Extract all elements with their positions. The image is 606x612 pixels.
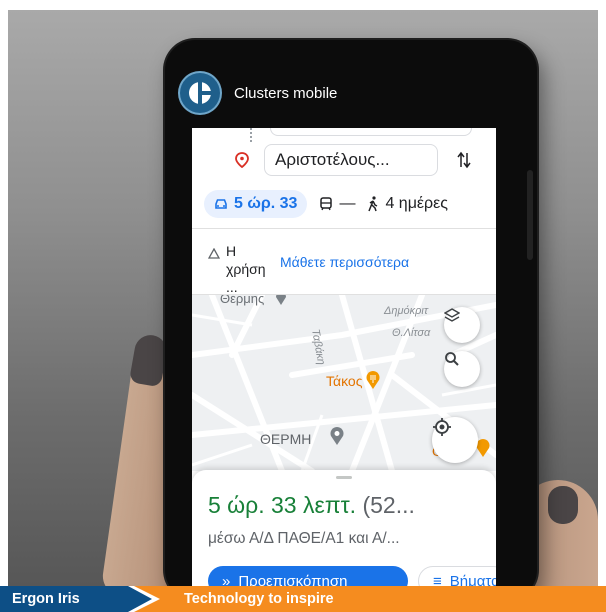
travel-modes: 5 ώρ. 33 — 4 ημέρες <box>204 190 496 218</box>
transit-icon <box>320 197 333 211</box>
mode-car[interactable]: 5 ώρ. 33 <box>204 190 308 218</box>
map-area-label: ΘΕΡΜΗ <box>260 431 312 447</box>
footer-tagline: Technology to inspire <box>184 591 334 607</box>
route-summary: 5 ώρ. 33 λεπτ. (52... <box>208 492 415 519</box>
chevron-right-icon: » <box>222 572 231 587</box>
route-dots <box>250 128 254 142</box>
route-bottom-sheet[interactable]: 5 ώρ. 33 λεπτ. (52... μέσω Α/Δ ΠΑΘΕ/Α1 κ… <box>192 470 496 586</box>
origin-input[interactable] <box>270 128 472 136</box>
usage-notice: Η χρήση ... Μάθετε περισσότερα <box>207 242 496 295</box>
destination-input[interactable]: Αριστοτέλους... <box>264 144 438 176</box>
fingernail-right <box>548 486 578 524</box>
clusters-logo-icon <box>180 73 220 113</box>
divider <box>192 228 496 229</box>
route-via: μέσω Α/Δ ΠΑΘΕ/Α1 και Α/... <box>208 530 400 547</box>
app-title: Clusters mobile <box>234 84 338 102</box>
map-search-button[interactable] <box>444 351 480 387</box>
layers-button[interactable] <box>444 307 480 343</box>
footer-brand: Ergon Iris <box>12 591 80 607</box>
walk-icon <box>368 196 378 212</box>
search-icon <box>445 352 459 366</box>
preview-label: Προεπισκόπηση <box>238 572 348 587</box>
transit-time: — <box>339 195 356 212</box>
list-icon: ≡ <box>433 572 442 587</box>
car-icon <box>215 199 227 209</box>
map-label-street-1: Δημόκριτ <box>384 305 428 317</box>
swap-icon[interactable] <box>456 151 472 169</box>
phone-side-button <box>527 170 533 260</box>
preview-button[interactable]: » Προεπισκόπηση <box>208 566 408 586</box>
footer-banner: Ergon Iris Technology to inspire <box>0 586 606 612</box>
map-label-street-2: Θ.Λίτσα <box>392 327 431 339</box>
car-time: 5 ώρ. 33 <box>234 195 298 212</box>
notice-text: Η χρήση ... <box>226 243 266 295</box>
my-location-icon <box>433 418 451 436</box>
destination-pin-icon <box>232 152 252 168</box>
warning-icon <box>207 246 222 264</box>
map-poi-label: Τάκος <box>326 373 363 389</box>
sheet-drag-handle[interactable] <box>336 476 352 479</box>
route-distance: (52... <box>362 492 415 518</box>
maps-screen: Αριστοτέλους... 5 ώρ. 33 — 4 ημέρες Η χρ… <box>192 128 496 586</box>
layers-icon <box>444 308 460 322</box>
map-label-area-top: Θέρμης <box>220 295 265 306</box>
mode-walk[interactable]: 4 ημέρες <box>367 195 448 213</box>
walk-time: 4 ημέρες <box>385 195 448 212</box>
steps-label: Βήματα <box>449 572 496 587</box>
my-location-button[interactable] <box>432 417 478 463</box>
steps-button[interactable]: ≡ Βήματα <box>418 566 496 586</box>
map-view[interactable]: Θέρμης Δημόκριτ Θ.Λίτσα Ταβάκη Τάκος ΘΕΡ… <box>192 295 496 471</box>
destination-row: Αριστοτέλους... <box>232 144 492 176</box>
mode-transit[interactable]: — <box>319 195 355 213</box>
learn-more-link[interactable]: Μάθετε περισσότερα <box>280 254 409 270</box>
route-duration: 5 ώρ. 33 λεπτ. <box>208 492 357 518</box>
app-header: Clusters mobile <box>180 62 520 124</box>
